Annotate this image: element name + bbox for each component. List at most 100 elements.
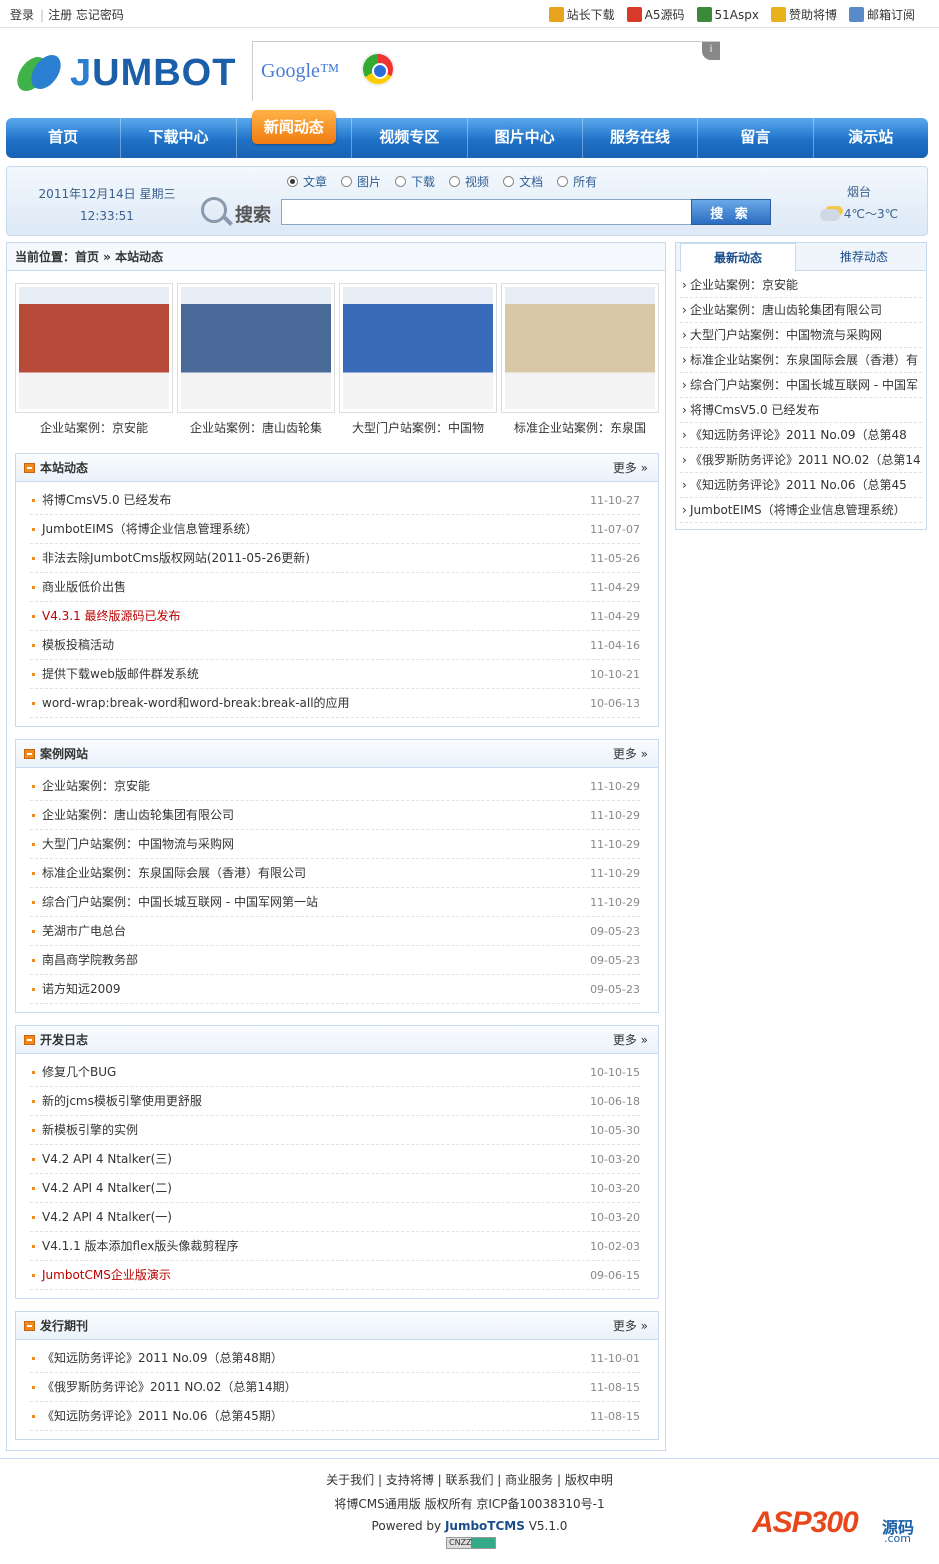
- case-thumb-image[interactable]: [177, 283, 335, 413]
- list-item-title[interactable]: 《俄罗斯防务评论》2011 NO.02（总第14期）: [42, 1380, 297, 1394]
- ad-info-icon[interactable]: i: [702, 42, 720, 60]
- list-item-title[interactable]: 将博CmsV5.0 已经发布: [42, 493, 171, 507]
- nav-item-2[interactable]: 新闻动态: [237, 110, 353, 158]
- list-item-title[interactable]: 大型门户站案例：中国物流与采购网: [42, 837, 234, 851]
- list-item[interactable]: V4.2 API 4 Ntalker(三) 10-03-20: [30, 1145, 640, 1174]
- case-thumb-caption[interactable]: 标准企业站案例：东泉国: [501, 419, 659, 436]
- list-item-title[interactable]: V4.2 API 4 Ntalker(三): [42, 1152, 172, 1166]
- list-item[interactable]: 非法去除JumbotCms版权网站(2011-05-26更新) 11-05-26: [30, 544, 640, 573]
- radio-button[interactable]: [557, 176, 569, 187]
- tab-latest-news[interactable]: 最新动态: [680, 243, 796, 272]
- top-link-label[interactable]: 邮箱订阅: [867, 6, 915, 23]
- list-item-title[interactable]: 芜湖市广电总台: [42, 924, 126, 938]
- top-link-label[interactable]: 51Aspx: [715, 8, 759, 22]
- case-thumb-2[interactable]: 大型门户站案例：中国物: [339, 283, 497, 436]
- sidebar-item[interactable]: 《知远防务评论》2011 No.06（总第45: [680, 473, 922, 498]
- top-link-3[interactable]: 赞助将博: [770, 6, 837, 23]
- google-ad-banner[interactable]: Google™ i: [252, 41, 720, 101]
- list-item[interactable]: 将博CmsV5.0 已经发布 11-10-27: [30, 486, 640, 515]
- list-item-title[interactable]: 新模板引擎的实例: [42, 1123, 138, 1137]
- jumbot-logo[interactable]: JUMBOT: [11, 45, 238, 101]
- list-item-title[interactable]: V4.2 API 4 Ntalker(二): [42, 1181, 172, 1195]
- case-thumb-3[interactable]: 标准企业站案例：东泉国: [501, 283, 659, 436]
- case-thumb-caption[interactable]: 企业站案例：京安能: [15, 419, 173, 436]
- list-item[interactable]: V4.3.1 最终版源码已发布 11-04-29: [30, 602, 640, 631]
- nav-item-5[interactable]: 服务在线: [583, 118, 699, 158]
- list-item[interactable]: 大型门户站案例：中国物流与采购网 11-10-29: [30, 830, 640, 859]
- list-item[interactable]: word-wrap:break-word和word-break:break-al…: [30, 689, 640, 718]
- case-thumb-image[interactable]: [501, 283, 659, 413]
- list-item[interactable]: 新的jcms模板引擎使用更舒服 10-06-18: [30, 1087, 640, 1116]
- case-thumb-caption[interactable]: 大型门户站案例：中国物: [339, 419, 497, 436]
- forgot-password-link[interactable]: 忘记密码: [76, 8, 124, 22]
- list-item[interactable]: 诺方知远2009 09-05-23: [30, 975, 640, 1004]
- radio-button[interactable]: [341, 176, 353, 187]
- list-item[interactable]: 《知远防务评论》2011 No.09（总第48期） 11-10-01: [30, 1344, 640, 1373]
- nav-item-0[interactable]: 首页: [6, 118, 122, 158]
- radio-button[interactable]: [287, 176, 298, 187]
- sidebar-item[interactable]: 大型门户站案例：中国物流与采购网: [680, 323, 922, 348]
- list-item-title[interactable]: 提供下载web版邮件群发系统: [42, 667, 199, 681]
- case-thumb-image[interactable]: [15, 283, 173, 413]
- sidebar-item[interactable]: 《俄罗斯防务评论》2011 NO.02（总第14: [680, 448, 922, 473]
- radio-button[interactable]: [449, 176, 461, 187]
- list-item[interactable]: 企业站案例：京安能 11-10-29: [30, 772, 640, 801]
- list-item[interactable]: JumbotCMS企业版演示 09-06-15: [30, 1261, 640, 1290]
- list-item[interactable]: JumbotEIMS（将博企业信息管理系统） 11-07-07: [30, 515, 640, 544]
- list-item-title[interactable]: 《知远防务评论》2011 No.09（总第48期）: [42, 1351, 283, 1365]
- top-link-label[interactable]: 赞助将博: [789, 6, 837, 23]
- more-link[interactable]: 更多 »: [613, 1312, 648, 1340]
- list-item[interactable]: 芜湖市广电总台 09-05-23: [30, 917, 640, 946]
- case-thumb-image[interactable]: [339, 283, 497, 413]
- list-item-title[interactable]: V4.3.1 最终版源码已发布: [42, 609, 181, 623]
- list-item[interactable]: V4.1.1 版本添加flex版头像裁剪程序 10-02-03: [30, 1232, 640, 1261]
- top-link-label[interactable]: 站长下载: [567, 6, 615, 23]
- search-input[interactable]: [281, 199, 693, 225]
- list-item[interactable]: V4.2 API 4 Ntalker(一) 10-03-20: [30, 1203, 640, 1232]
- more-link[interactable]: 更多 »: [613, 1026, 648, 1054]
- list-item-title[interactable]: 商业版低价出售: [42, 580, 126, 594]
- top-link-label[interactable]: A5源码: [645, 6, 685, 23]
- list-item-title[interactable]: 新的jcms模板引擎使用更舒服: [42, 1094, 202, 1108]
- list-item[interactable]: 《俄罗斯防务评论》2011 NO.02（总第14期） 11-08-15: [30, 1373, 640, 1402]
- case-thumb-caption[interactable]: 企业站案例：唐山齿轮集: [177, 419, 335, 436]
- list-item-title[interactable]: V4.1.1 版本添加flex版头像裁剪程序: [42, 1239, 238, 1253]
- sidebar-item[interactable]: 综合门户站案例：中国长城互联网 - 中国军: [680, 373, 922, 398]
- list-item[interactable]: 修复几个BUG 10-10-15: [30, 1058, 640, 1087]
- list-item[interactable]: 综合门户站案例：中国长城互联网 - 中国军网第一站 11-10-29: [30, 888, 640, 917]
- more-link[interactable]: 更多 »: [613, 740, 648, 768]
- list-item-title[interactable]: V4.2 API 4 Ntalker(一): [42, 1210, 172, 1224]
- search-type-3[interactable]: 视频: [449, 173, 489, 190]
- top-link-1[interactable]: A5源码: [626, 6, 685, 23]
- list-item[interactable]: 新模板引擎的实例 10-05-30: [30, 1116, 640, 1145]
- list-item[interactable]: 模板投稿活动 11-04-16: [30, 631, 640, 660]
- list-item-title[interactable]: 模板投稿活动: [42, 638, 114, 652]
- tab-recommended-news[interactable]: 推荐动态: [806, 243, 922, 271]
- search-type-0[interactable]: 文章: [287, 173, 327, 190]
- list-item-title[interactable]: 综合门户站案例：中国长城互联网 - 中国军网第一站: [42, 895, 318, 909]
- list-item-title[interactable]: 标准企业站案例：东泉国际会展（香港）有限公司: [42, 866, 306, 880]
- sidebar-item[interactable]: 标准企业站案例：东泉国际会展（香港）有: [680, 348, 922, 373]
- list-item-title[interactable]: 修复几个BUG: [42, 1065, 116, 1079]
- nav-item-3[interactable]: 视频专区: [352, 118, 468, 158]
- nav-item-1[interactable]: 下载中心: [121, 118, 237, 158]
- list-item-title[interactable]: 企业站案例：唐山齿轮集团有限公司: [42, 808, 234, 822]
- search-type-2[interactable]: 下载: [395, 173, 435, 190]
- footer-links[interactable]: 关于我们 | 支持将博 | 联系我们 | 商业服务 | 版权申明: [0, 1471, 939, 1488]
- search-type-4[interactable]: 文档: [503, 173, 543, 190]
- list-item[interactable]: 标准企业站案例：东泉国际会展（香港）有限公司 11-10-29: [30, 859, 640, 888]
- list-item[interactable]: 企业站案例：唐山齿轮集团有限公司 11-10-29: [30, 801, 640, 830]
- sidebar-item[interactable]: 企业站案例：京安能: [680, 273, 922, 298]
- radio-button[interactable]: [503, 176, 515, 187]
- nav-item-4[interactable]: 图片中心: [468, 118, 583, 158]
- list-item-title[interactable]: 企业站案例：京安能: [42, 779, 150, 793]
- radio-button[interactable]: [395, 176, 407, 187]
- search-type-5[interactable]: 所有: [557, 173, 597, 190]
- nav-item-7[interactable]: 演示站: [814, 118, 928, 158]
- list-item-title[interactable]: JumbotCMS企业版演示: [42, 1268, 171, 1282]
- sidebar-item[interactable]: 企业站案例：唐山齿轮集团有限公司: [680, 298, 922, 323]
- list-item[interactable]: 商业版低价出售 11-04-29: [30, 573, 640, 602]
- top-link-4[interactable]: 邮箱订阅: [848, 6, 915, 23]
- search-type-1[interactable]: 图片: [341, 173, 381, 190]
- powered-brand-link[interactable]: JumboTCMS: [445, 1519, 525, 1533]
